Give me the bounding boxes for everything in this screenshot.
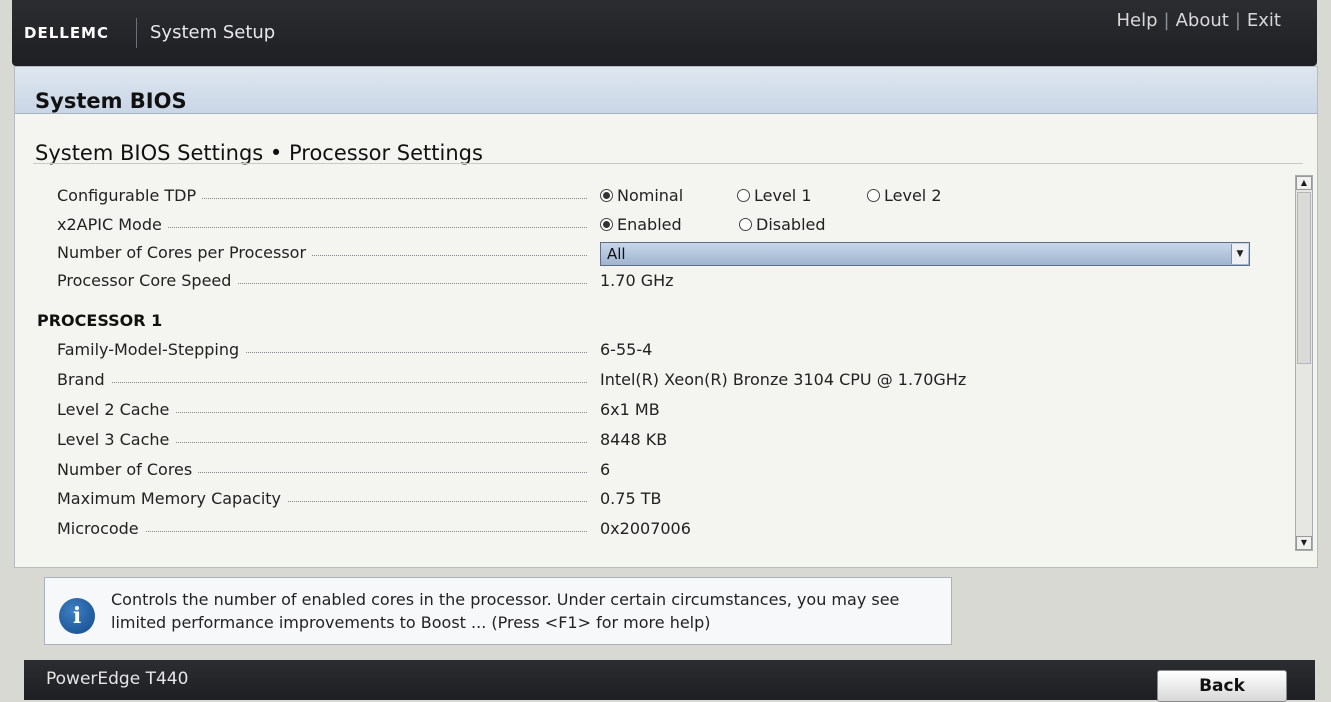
info-row: Level 3 Cache 8448 KB bbox=[15, 429, 1295, 453]
setting-label: x2APIC Mode bbox=[57, 214, 168, 236]
page-title: System BIOS bbox=[35, 89, 187, 113]
info-row: Brand Intel(R) Xeon(R) Bronze 3104 CPU @… bbox=[15, 369, 1295, 393]
info-value: 0.75 TB bbox=[600, 489, 662, 508]
setting-row-tdp: Configurable TDP Nominal Level 1 Level 2 bbox=[15, 185, 1295, 209]
setting-label: Number of Cores per Processor bbox=[57, 242, 313, 264]
radio-label: Disabled bbox=[756, 215, 826, 234]
setting-row-core-speed: Processor Core Speed 1.70 GHz bbox=[15, 270, 1295, 294]
radio-selected-icon bbox=[600, 218, 613, 231]
bios-panel: System BIOS System BIOS Settings • Proce… bbox=[14, 66, 1318, 568]
radio-tdp-level1[interactable]: Level 1 bbox=[737, 185, 812, 207]
radio-selected-icon bbox=[600, 189, 613, 202]
info-value: 6 bbox=[600, 460, 611, 479]
link-separator: | bbox=[1163, 10, 1170, 31]
radio-label: Level 2 bbox=[884, 186, 942, 205]
info-value: 6x1 MB bbox=[600, 400, 660, 419]
setting-value: 1.70 GHz bbox=[600, 271, 674, 290]
info-row: Level 2 Cache 6x1 MB bbox=[15, 399, 1295, 423]
info-label: Microcode bbox=[57, 518, 145, 540]
leader-dots bbox=[57, 382, 587, 383]
breadcrumb: System BIOS Settings • Processor Setting… bbox=[35, 141, 483, 165]
info-label: Maximum Memory Capacity bbox=[57, 488, 287, 510]
info-value: 0x2007006 bbox=[600, 519, 691, 538]
app-title: System Setup bbox=[150, 22, 276, 43]
top-links: Help | About | Exit bbox=[1116, 10, 1281, 31]
info-row: Family-Model-Stepping 6-55-4 bbox=[15, 339, 1295, 363]
top-bar: DELLEMC System Setup Help | About | Exit bbox=[12, 0, 1317, 66]
help-box: i Controls the number of enabled cores i… bbox=[44, 577, 952, 645]
footer-bar: PowerEdge T440 Back bbox=[24, 660, 1315, 702]
info-row: Number of Cores 6 bbox=[15, 459, 1295, 483]
scroll-down-icon[interactable]: ▼ bbox=[1296, 536, 1312, 550]
scroll-up-icon[interactable]: ▲ bbox=[1296, 176, 1312, 190]
radio-x2apic-disabled[interactable]: Disabled bbox=[739, 214, 826, 236]
setting-row-x2apic: x2APIC Mode Enabled Disabled bbox=[15, 214, 1295, 238]
radio-x2apic-enabled[interactable]: Enabled bbox=[600, 214, 682, 236]
panel-header: System BIOS bbox=[15, 67, 1317, 114]
radio-label: Level 1 bbox=[754, 186, 812, 205]
about-link[interactable]: About bbox=[1176, 10, 1229, 31]
radio-unselected-icon bbox=[739, 218, 752, 231]
dropdown-arrow-icon[interactable]: ▼ bbox=[1231, 244, 1248, 264]
header-divider bbox=[136, 18, 137, 48]
select-value: All bbox=[607, 245, 626, 263]
setting-row-cores-per-processor: Number of Cores per Processor All ▼ bbox=[15, 242, 1295, 266]
info-label: Level 2 Cache bbox=[57, 399, 176, 421]
subtitle-divider bbox=[33, 163, 1303, 164]
radio-label: Nominal bbox=[617, 186, 684, 205]
radio-unselected-icon bbox=[737, 189, 750, 202]
info-label: Level 3 Cache bbox=[57, 429, 176, 451]
vertical-scrollbar[interactable]: ▲ ▼ bbox=[1295, 175, 1313, 551]
info-row: Maximum Memory Capacity 0.75 TB bbox=[15, 488, 1295, 512]
info-value: Intel(R) Xeon(R) Bronze 3104 CPU @ 1.70G… bbox=[600, 370, 967, 389]
info-value: 8448 KB bbox=[600, 430, 668, 449]
info-label: Number of Cores bbox=[57, 459, 199, 481]
back-button[interactable]: Back bbox=[1157, 670, 1287, 702]
radio-tdp-nominal[interactable]: Nominal bbox=[600, 185, 683, 207]
cores-per-processor-select[interactable]: All ▼ bbox=[600, 242, 1250, 266]
help-text: Controls the number of enabled cores in … bbox=[111, 590, 900, 632]
setting-label: Configurable TDP bbox=[57, 185, 203, 207]
radio-tdp-level2[interactable]: Level 2 bbox=[867, 185, 942, 207]
info-label: Brand bbox=[57, 369, 111, 391]
scrollbar-thumb[interactable] bbox=[1297, 192, 1311, 364]
radio-unselected-icon bbox=[867, 189, 880, 202]
setting-label: Processor Core Speed bbox=[57, 270, 238, 292]
exit-link[interactable]: Exit bbox=[1247, 10, 1281, 31]
info-icon: i bbox=[59, 598, 95, 634]
section-heading-processor1: PROCESSOR 1 bbox=[37, 311, 163, 330]
dellemc-logo: DELLEMC bbox=[24, 24, 109, 42]
radio-label: Enabled bbox=[617, 215, 682, 234]
info-label: Family-Model-Stepping bbox=[57, 339, 246, 361]
help-link[interactable]: Help bbox=[1116, 10, 1157, 31]
link-separator: | bbox=[1234, 10, 1241, 31]
model-name: PowerEdge T440 bbox=[46, 669, 189, 689]
info-row: Microcode 0x2007006 bbox=[15, 518, 1295, 542]
info-value: 6-55-4 bbox=[600, 340, 653, 359]
